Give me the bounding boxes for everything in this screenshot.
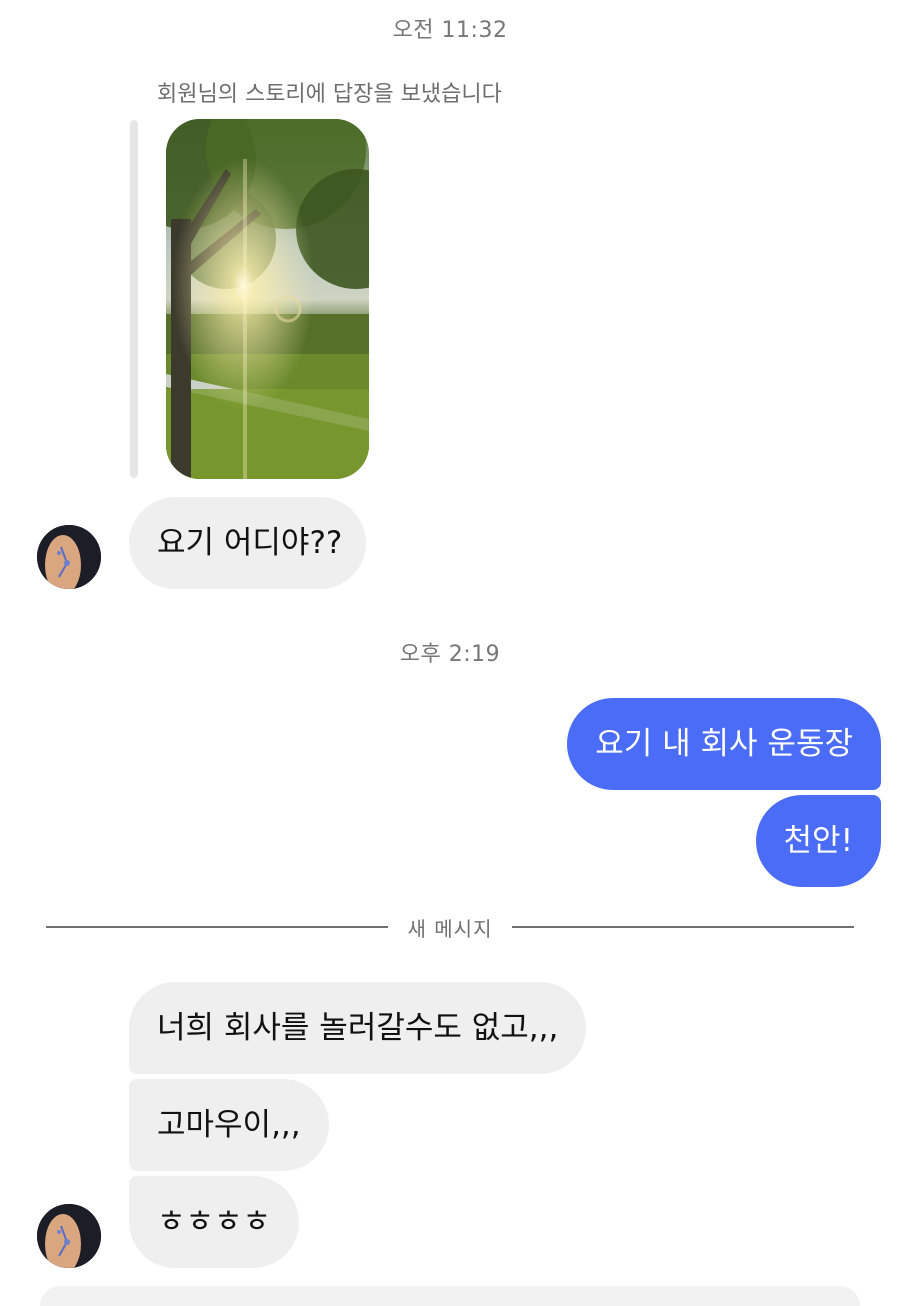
avatar-icon [37, 1204, 101, 1268]
outgoing-message[interactable]: 천안! [755, 795, 881, 887]
timestamp-morning: 오전 11:32 [392, 18, 508, 43]
story-image [166, 119, 369, 479]
story-thumbnail[interactable] [166, 119, 369, 479]
avatar-icon [37, 525, 101, 589]
divider-line-right [512, 926, 854, 928]
sender-avatar[interactable] [37, 525, 101, 589]
incoming-message[interactable]: 너희 회사를 놀러갈수도 없고,,, [129, 982, 587, 1074]
message-composer-edge[interactable] [40, 1286, 860, 1306]
incoming-message[interactable]: ㅎㅎㅎㅎ [129, 1176, 300, 1268]
timestamp-afternoon: 오후 2:19 [399, 642, 501, 667]
incoming-message[interactable]: 요기 어디야?? [129, 497, 366, 589]
reply-quote-bar [130, 120, 138, 478]
incoming-message[interactable]: 고마우이,,, [129, 1079, 329, 1171]
outgoing-message[interactable]: 요기 내 회사 운동장 [567, 698, 881, 790]
story-reply-caption: 회원님의 스토리에 답장을 보냈습니다 [157, 82, 502, 107]
sender-avatar[interactable] [37, 1204, 101, 1268]
